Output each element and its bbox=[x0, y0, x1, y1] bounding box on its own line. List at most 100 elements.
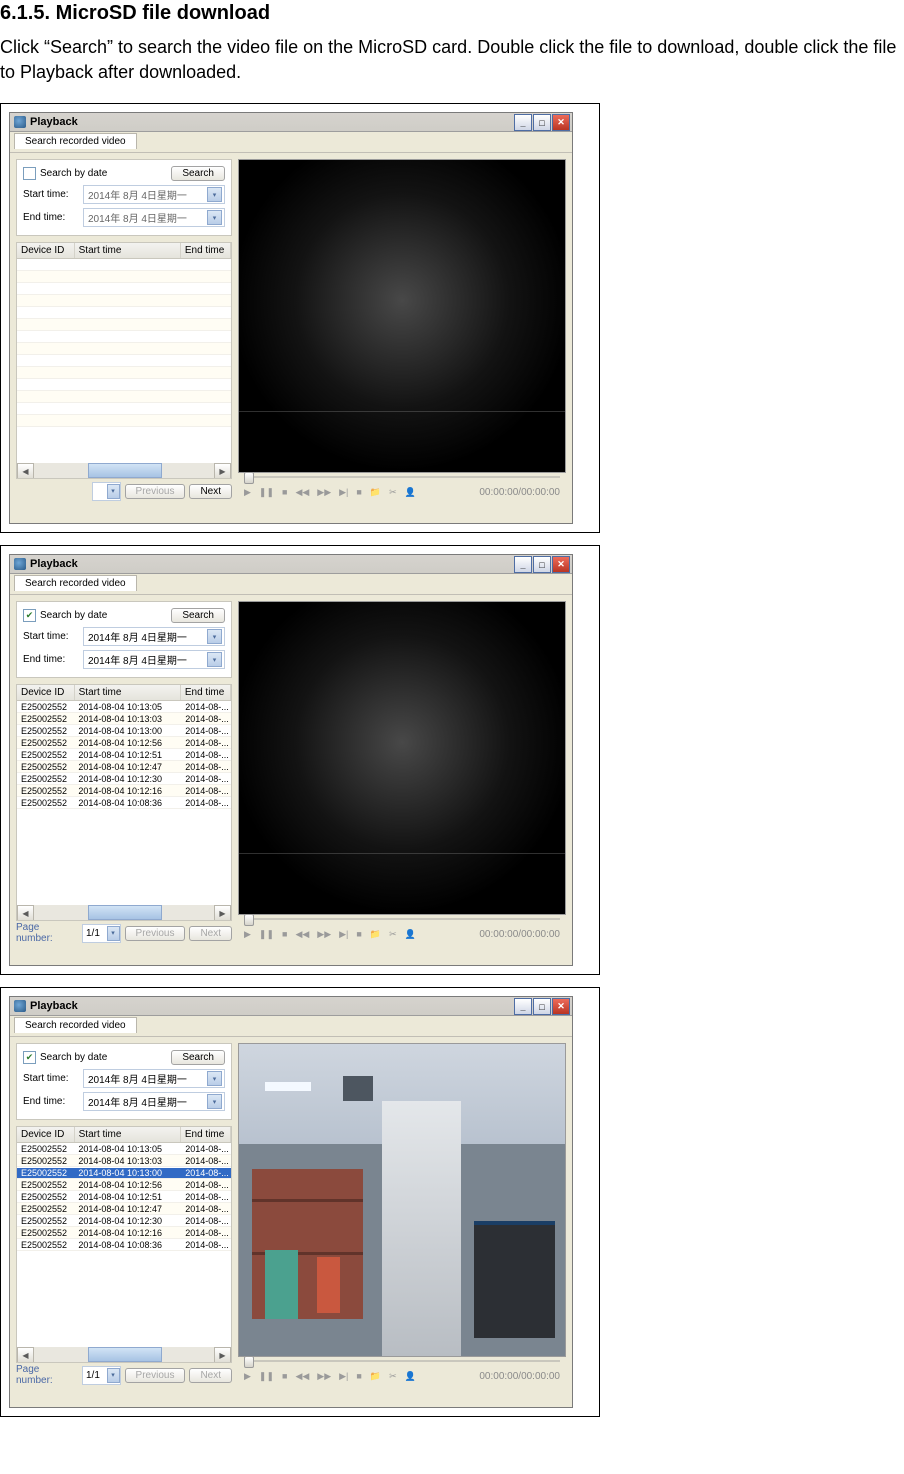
record-icon[interactable]: ■ bbox=[356, 487, 361, 498]
seek-handle[interactable] bbox=[244, 1356, 254, 1368]
scrollbar-thumb[interactable] bbox=[88, 463, 162, 478]
maximize-button[interactable]: □ bbox=[533, 556, 551, 573]
fast-forward-icon[interactable]: ▶▶ bbox=[317, 1371, 331, 1382]
seek-handle[interactable] bbox=[244, 472, 254, 484]
previous-button[interactable]: Previous bbox=[125, 1368, 186, 1383]
start-time-dropdown[interactable]: 2014年 8月 4日星期一 ▾ bbox=[83, 627, 225, 646]
horizontal-scrollbar[interactable]: ◀ ▶ bbox=[17, 905, 231, 920]
close-button[interactable]: ✕ bbox=[552, 556, 570, 573]
snip-icon[interactable]: ✂ bbox=[389, 487, 397, 498]
play-icon[interactable]: ▶ bbox=[244, 487, 251, 498]
play-icon[interactable]: ▶ bbox=[244, 1371, 251, 1382]
table-row[interactable]: E250025522014-08-04 10:13:002014-08-... bbox=[17, 1167, 231, 1179]
minimize-button[interactable]: _ bbox=[514, 114, 532, 131]
scroll-left-button[interactable]: ◀ bbox=[17, 905, 34, 921]
seek-bar[interactable] bbox=[238, 473, 566, 481]
horizontal-scrollbar[interactable]: ◀ ▶ bbox=[17, 1347, 231, 1362]
search-button[interactable]: Search bbox=[171, 166, 225, 181]
scrollbar-track[interactable] bbox=[34, 463, 214, 478]
col-header-start-time[interactable]: Start time bbox=[75, 243, 181, 258]
table-row[interactable]: E250025522014-08-04 10:13:052014-08-... bbox=[17, 701, 231, 713]
tab-search-recorded-video[interactable]: Search recorded video bbox=[14, 575, 137, 591]
user-icon[interactable]: 👤 bbox=[405, 929, 416, 940]
open-folder-icon[interactable]: 📁 bbox=[370, 487, 381, 498]
table-row[interactable]: E250025522014-08-04 10:12:302014-08-... bbox=[17, 773, 231, 785]
start-time-dropdown[interactable]: 2014年 8月 4日星期一 ▾ bbox=[83, 185, 225, 204]
table-row[interactable]: E250025522014-08-04 10:12:472014-08-... bbox=[17, 1203, 231, 1215]
play-icon[interactable]: ▶ bbox=[244, 929, 251, 940]
snip-icon[interactable]: ✂ bbox=[389, 1371, 397, 1382]
tab-search-recorded-video[interactable]: Search recorded video bbox=[14, 1017, 137, 1033]
open-folder-icon[interactable]: 📁 bbox=[370, 1371, 381, 1382]
seek-handle[interactable] bbox=[244, 914, 254, 926]
table-row[interactable]: E250025522014-08-04 10:13:002014-08-... bbox=[17, 725, 231, 737]
close-button[interactable]: ✕ bbox=[552, 114, 570, 131]
rewind-icon[interactable]: ◀◀ bbox=[295, 929, 309, 940]
next-button[interactable]: Next bbox=[189, 484, 232, 499]
maximize-button[interactable]: □ bbox=[533, 998, 551, 1015]
col-header-end-time[interactable]: End time bbox=[181, 1127, 231, 1142]
col-header-end-time[interactable]: End time bbox=[181, 243, 231, 258]
page-number-dropdown[interactable]: 1/1 ▾ bbox=[82, 924, 121, 943]
scrollbar-track[interactable] bbox=[34, 905, 214, 920]
start-time-dropdown[interactable]: 2014年 8月 4日星期一 ▾ bbox=[83, 1069, 225, 1088]
stop-icon[interactable]: ■ bbox=[282, 929, 287, 940]
pause-icon[interactable]: ❚❚ bbox=[259, 487, 274, 498]
open-folder-icon[interactable]: 📁 bbox=[370, 929, 381, 940]
seek-track[interactable] bbox=[244, 1360, 560, 1362]
table-row[interactable]: E250025522014-08-04 10:13:032014-08-... bbox=[17, 1155, 231, 1167]
user-icon[interactable]: 👤 bbox=[405, 487, 416, 498]
table-row[interactable]: E250025522014-08-04 10:12:512014-08-... bbox=[17, 749, 231, 761]
scroll-right-button[interactable]: ▶ bbox=[214, 905, 231, 921]
scroll-left-button[interactable]: ◀ bbox=[17, 463, 34, 479]
minimize-button[interactable]: _ bbox=[514, 556, 532, 573]
table-row[interactable]: E250025522014-08-04 10:08:362014-08-... bbox=[17, 797, 231, 809]
table-row[interactable]: E250025522014-08-04 10:12:162014-08-... bbox=[17, 1227, 231, 1239]
stop-icon[interactable]: ■ bbox=[282, 1371, 287, 1382]
seek-bar[interactable] bbox=[238, 1357, 566, 1365]
video-pane[interactable] bbox=[238, 601, 566, 915]
search-button[interactable]: Search bbox=[171, 608, 225, 623]
scroll-left-button[interactable]: ◀ bbox=[17, 1347, 34, 1363]
stop-icon[interactable]: ■ bbox=[282, 487, 287, 498]
table-row[interactable]: E250025522014-08-04 10:12:512014-08-... bbox=[17, 1191, 231, 1203]
rewind-icon[interactable]: ◀◀ bbox=[295, 487, 309, 498]
next-icon[interactable]: ▶| bbox=[339, 1371, 348, 1382]
next-button[interactable]: Next bbox=[189, 1368, 232, 1383]
pause-icon[interactable]: ❚❚ bbox=[259, 1371, 274, 1382]
scroll-right-button[interactable]: ▶ bbox=[214, 463, 231, 479]
table-row[interactable]: E250025522014-08-04 10:12:562014-08-... bbox=[17, 1179, 231, 1191]
scrollbar-thumb[interactable] bbox=[88, 905, 162, 920]
video-pane[interactable] bbox=[238, 159, 566, 473]
record-icon[interactable]: ■ bbox=[356, 1371, 361, 1382]
table-row[interactable]: E250025522014-08-04 10:13:052014-08-... bbox=[17, 1143, 231, 1155]
record-icon[interactable]: ■ bbox=[356, 929, 361, 940]
rewind-icon[interactable]: ◀◀ bbox=[295, 1371, 309, 1382]
previous-button[interactable]: Previous bbox=[125, 926, 186, 941]
maximize-button[interactable]: □ bbox=[533, 114, 551, 131]
previous-button[interactable]: Previous bbox=[125, 484, 186, 499]
table-row[interactable]: E250025522014-08-04 10:12:162014-08-... bbox=[17, 785, 231, 797]
video-pane[interactable] bbox=[238, 1043, 566, 1357]
col-header-device-id[interactable]: Device ID bbox=[17, 685, 75, 700]
search-button[interactable]: Search bbox=[171, 1050, 225, 1065]
fast-forward-icon[interactable]: ▶▶ bbox=[317, 929, 331, 940]
scrollbar-thumb[interactable] bbox=[88, 1347, 162, 1362]
table-row[interactable]: E250025522014-08-04 10:08:362014-08-... bbox=[17, 1239, 231, 1251]
table-row[interactable]: E250025522014-08-04 10:12:302014-08-... bbox=[17, 1215, 231, 1227]
seek-track[interactable] bbox=[244, 918, 560, 920]
minimize-button[interactable]: _ bbox=[514, 998, 532, 1015]
scroll-right-button[interactable]: ▶ bbox=[214, 1347, 231, 1363]
end-time-dropdown[interactable]: 2014年 8月 4日星期一 ▾ bbox=[83, 1092, 225, 1111]
col-header-device-id[interactable]: Device ID bbox=[17, 1127, 75, 1142]
page-number-dropdown[interactable]: 1/1 ▾ bbox=[82, 1366, 121, 1385]
horizontal-scrollbar[interactable]: ◀ ▶ bbox=[17, 463, 231, 478]
col-header-start-time[interactable]: Start time bbox=[75, 1127, 181, 1142]
seek-bar[interactable] bbox=[238, 915, 566, 923]
tab-search-recorded-video[interactable]: Search recorded video bbox=[14, 133, 137, 149]
next-button[interactable]: Next bbox=[189, 926, 232, 941]
close-button[interactable]: ✕ bbox=[552, 998, 570, 1015]
col-header-start-time[interactable]: Start time bbox=[75, 685, 181, 700]
next-icon[interactable]: ▶| bbox=[339, 929, 348, 940]
user-icon[interactable]: 👤 bbox=[405, 1371, 416, 1382]
